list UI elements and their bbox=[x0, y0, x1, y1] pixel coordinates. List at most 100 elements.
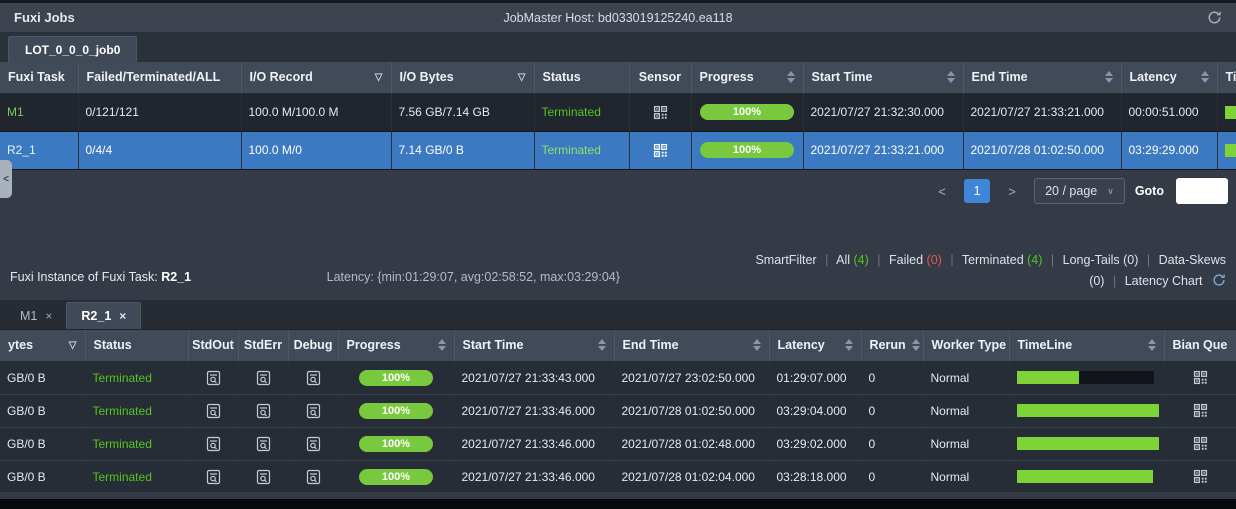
filter-icon[interactable]: ▽ bbox=[375, 72, 383, 83]
bian-que-qr-icon[interactable] bbox=[1193, 403, 1208, 418]
sort-icon[interactable] bbox=[911, 339, 920, 352]
col-timeline[interactable]: TimeLine bbox=[1009, 330, 1165, 362]
stderr-log-icon[interactable] bbox=[256, 403, 271, 419]
filter-icon[interactable]: ▽ bbox=[518, 72, 526, 83]
task-row-m1[interactable]: M1 0/121/121 100.0 M/100.0 M 7.56 GB/7.1… bbox=[0, 93, 1236, 132]
prev-page-button[interactable]: < bbox=[930, 179, 954, 203]
instance-row[interactable]: GB/0 B Terminated 100% 2021/07/27 21:33:… bbox=[0, 427, 1236, 461]
sort-icon[interactable] bbox=[1147, 339, 1156, 352]
progress-cell: 100% bbox=[691, 93, 804, 132]
tasks-table-container: Fuxi Task Failed/Terminated/ALL I/O Reco… bbox=[0, 62, 1236, 170]
filter-terminated[interactable]: Terminated (4) bbox=[962, 253, 1043, 267]
col-rerun[interactable]: Rerun bbox=[861, 330, 924, 362]
col-io-bytes[interactable]: I/O Bytes ▽ bbox=[391, 62, 535, 94]
stdout-cell[interactable] bbox=[188, 427, 239, 461]
filter-icon[interactable]: ▽ bbox=[69, 340, 77, 351]
sensor-qr-icon[interactable] bbox=[653, 143, 668, 158]
collapse-panel-handle[interactable]: < bbox=[0, 160, 12, 198]
debug-cell[interactable] bbox=[288, 427, 339, 461]
sort-icon[interactable] bbox=[946, 71, 955, 84]
filter-data-skews[interactable]: Data-Skews bbox=[1159, 253, 1226, 267]
sensor-qr-icon[interactable] bbox=[653, 105, 668, 120]
debug-log-icon[interactable] bbox=[306, 370, 321, 386]
filter-long-tails[interactable]: Long-Tails (0) bbox=[1063, 253, 1139, 267]
current-page[interactable]: 1 bbox=[964, 179, 991, 203]
task-name-cell[interactable]: M1 bbox=[0, 93, 79, 132]
col-io-record[interactable]: I/O Record ▽ bbox=[241, 62, 392, 94]
task-row-r2-1[interactable]: R2_1 0/4/4 100.0 M/0 7.14 GB/0 B Termina… bbox=[0, 131, 1236, 170]
instance-row[interactable]: GB/0 B Terminated 100% 2021/07/27 21:33:… bbox=[0, 460, 1236, 492]
col-latency[interactable]: Latency bbox=[1121, 62, 1218, 94]
stdout-cell[interactable] bbox=[188, 361, 239, 395]
bian-que-cell[interactable] bbox=[1164, 394, 1236, 428]
worker-type: Normal bbox=[923, 427, 1010, 461]
col-progress[interactable]: Progress bbox=[338, 330, 455, 362]
close-icon[interactable]: × bbox=[119, 309, 126, 323]
filter-all[interactable]: All (4) bbox=[836, 253, 869, 267]
stderr-log-icon[interactable] bbox=[256, 370, 271, 386]
col-end-time[interactable]: End Time bbox=[963, 62, 1122, 94]
smartfilter-label: SmartFilter bbox=[755, 253, 817, 267]
sort-icon[interactable] bbox=[1200, 71, 1209, 84]
debug-cell[interactable] bbox=[288, 361, 339, 395]
sort-icon[interactable] bbox=[1104, 71, 1113, 84]
stdout-log-icon[interactable] bbox=[206, 469, 221, 485]
task-link[interactable]: R2_1 bbox=[7, 143, 36, 157]
bian-que-qr-icon[interactable] bbox=[1193, 370, 1208, 385]
stderr-cell[interactable] bbox=[238, 427, 289, 461]
latency-chart-link[interactable]: Latency Chart bbox=[1125, 274, 1203, 288]
sort-icon[interactable] bbox=[786, 71, 795, 84]
next-page-button[interactable]: > bbox=[1000, 179, 1024, 203]
col-debug: Debug bbox=[288, 330, 339, 362]
col-start-time[interactable]: Start Time bbox=[803, 62, 964, 94]
goto-page-input[interactable] bbox=[1176, 178, 1228, 204]
stdout-cell[interactable] bbox=[188, 394, 239, 428]
col-worker-type[interactable]: Worker Type bbox=[923, 330, 1010, 362]
refresh-icon[interactable] bbox=[1207, 10, 1222, 25]
col-start-time[interactable]: Start Time bbox=[454, 330, 615, 362]
end-time: 2021/07/28 01:02:50.000 bbox=[963, 131, 1122, 170]
debug-log-icon[interactable] bbox=[306, 469, 321, 485]
sensor-cell[interactable] bbox=[629, 93, 692, 132]
bian-que-cell[interactable] bbox=[1164, 460, 1236, 492]
stdout-log-icon[interactable] bbox=[206, 436, 221, 452]
page-size-select[interactable]: 20 / page ∨ bbox=[1034, 178, 1125, 204]
debug-cell[interactable] bbox=[288, 394, 339, 428]
sensor-cell[interactable] bbox=[629, 131, 692, 170]
tab-r2-1[interactable]: R2_1 × bbox=[66, 302, 142, 329]
close-icon[interactable]: × bbox=[45, 309, 52, 323]
stderr-log-icon[interactable] bbox=[256, 469, 271, 485]
debug-cell[interactable] bbox=[288, 460, 339, 492]
stdout-log-icon[interactable] bbox=[206, 370, 221, 386]
task-fta: 0/4/4 bbox=[78, 131, 242, 170]
stderr-log-icon[interactable] bbox=[256, 436, 271, 452]
stdout-log-icon[interactable] bbox=[206, 403, 221, 419]
task-link[interactable]: M1 bbox=[7, 105, 24, 119]
stderr-cell[interactable] bbox=[238, 460, 289, 492]
filter-failed[interactable]: Failed (0) bbox=[889, 253, 942, 267]
instance-row[interactable]: GB/0 B Terminated 100% 2021/07/27 21:33:… bbox=[0, 394, 1236, 428]
debug-log-icon[interactable] bbox=[306, 403, 321, 419]
debug-log-icon[interactable] bbox=[306, 436, 321, 452]
col-latency[interactable]: Latency bbox=[769, 330, 862, 362]
bian-que-cell[interactable] bbox=[1164, 361, 1236, 395]
col-progress[interactable]: Progress bbox=[691, 62, 804, 94]
horizontal-scrollbar[interactable] bbox=[0, 499, 1236, 509]
sort-icon[interactable] bbox=[437, 339, 446, 352]
refresh-icon[interactable] bbox=[1212, 273, 1226, 287]
tab-m1[interactable]: M1 × bbox=[6, 302, 66, 329]
bian-que-cell[interactable] bbox=[1164, 427, 1236, 461]
stderr-cell[interactable] bbox=[238, 361, 289, 395]
bian-que-qr-icon[interactable] bbox=[1193, 469, 1208, 484]
stdout-cell[interactable] bbox=[188, 460, 239, 492]
stderr-cell[interactable] bbox=[238, 394, 289, 428]
col-end-time[interactable]: End Time bbox=[614, 330, 770, 362]
tab-job0[interactable]: LOT_0_0_0_job0 bbox=[8, 36, 138, 62]
sort-icon[interactable] bbox=[844, 339, 853, 352]
col-io-bytes-clipped[interactable]: ytes ▽ bbox=[0, 330, 86, 362]
filter-data-skews-count[interactable]: (0) bbox=[1089, 274, 1104, 288]
sort-icon[interactable] bbox=[597, 339, 606, 352]
bian-que-qr-icon[interactable] bbox=[1193, 436, 1208, 451]
instance-row[interactable]: GB/0 B Terminated 100% 2021/07/27 21:33:… bbox=[0, 361, 1236, 395]
sort-icon[interactable] bbox=[752, 339, 761, 352]
